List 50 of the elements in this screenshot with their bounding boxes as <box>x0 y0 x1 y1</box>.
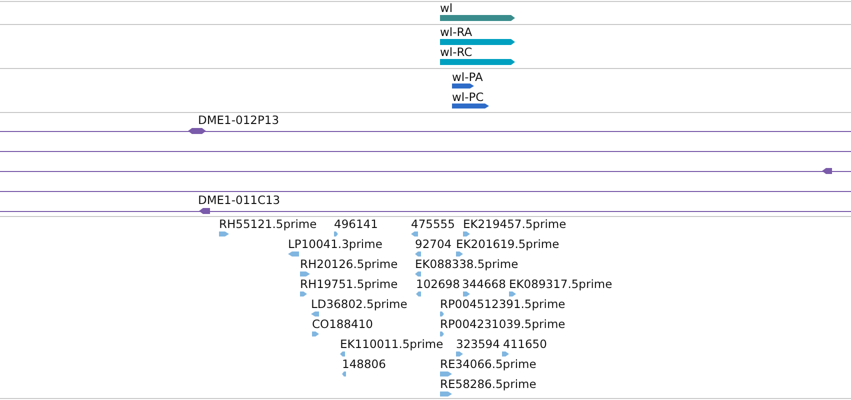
feature-label: LD36802.5prime <box>311 297 408 311</box>
feature-label: RH55121.5prime <box>219 217 317 231</box>
feature-label: 411650 <box>503 337 547 351</box>
forward-arrow-icon[interactable] <box>452 84 474 88</box>
forward-arrow-icon[interactable] <box>440 332 444 336</box>
feature-label: RE58286.5prime <box>440 377 536 391</box>
feature-label: DME1-011C13 <box>198 193 280 207</box>
forward-arrow-icon[interactable] <box>463 292 470 296</box>
feature-label: RH19751.5prime <box>300 277 398 291</box>
feature-label: RE34066.5prime <box>440 357 536 371</box>
feature-label: wl-RA <box>440 25 472 39</box>
feature-label: 475555 <box>411 217 455 231</box>
reverse-arrow-icon[interactable] <box>822 168 832 174</box>
feature-label: 92704 <box>415 237 452 251</box>
forward-arrow-icon[interactable] <box>440 312 444 316</box>
forward-arrow-icon[interactable] <box>502 352 509 356</box>
forward-arrow-icon[interactable] <box>440 372 452 376</box>
feature-label: 496141 <box>334 217 378 231</box>
forward-arrow-icon[interactable] <box>440 392 452 396</box>
feature-bar[interactable] <box>188 128 206 134</box>
reverse-arrow-icon[interactable] <box>199 208 210 214</box>
feature-label: CO188410 <box>312 317 373 331</box>
forward-arrow-icon[interactable] <box>300 292 307 296</box>
feature-label: DME1-012P13 <box>198 113 280 127</box>
forward-arrow-icon[interactable] <box>312 332 319 336</box>
forward-arrow-icon[interactable] <box>452 104 489 108</box>
feature-label: EK088338.5prime <box>415 257 518 271</box>
feature-label: EK089317.5prime <box>509 277 612 291</box>
feature-label: EK201619.5prime <box>456 237 560 251</box>
feature-label: RP004231039.5prime <box>440 317 566 331</box>
feature-label: wl-PC <box>452 90 484 104</box>
forward-arrow-icon[interactable] <box>334 232 338 236</box>
forward-arrow-icon[interactable] <box>509 292 516 296</box>
feature-label: wl <box>440 1 453 15</box>
feature-label: LP10041.3prime <box>288 237 382 251</box>
feature-label: RP004512391.5prime <box>440 297 566 311</box>
feature-label: 323594 <box>456 337 500 351</box>
feature-label: 148806 <box>342 357 386 371</box>
feature-label: EK219457.5prime <box>463 217 566 231</box>
forward-arrow-icon[interactable] <box>463 232 470 236</box>
forward-arrow-icon[interactable] <box>219 232 229 236</box>
forward-arrow-icon[interactable] <box>456 252 463 256</box>
forward-arrow-icon[interactable] <box>300 272 310 276</box>
feature-label: RH20126.5prime <box>300 257 398 271</box>
feature-label: wl-RC <box>440 45 472 59</box>
forward-arrow-icon[interactable] <box>456 352 463 356</box>
feature-label: 102698 <box>416 277 460 291</box>
feature-label: 344668 <box>462 277 506 291</box>
feature-label: wl-PA <box>452 70 483 84</box>
feature-label: EK110011.5prime <box>340 337 444 351</box>
